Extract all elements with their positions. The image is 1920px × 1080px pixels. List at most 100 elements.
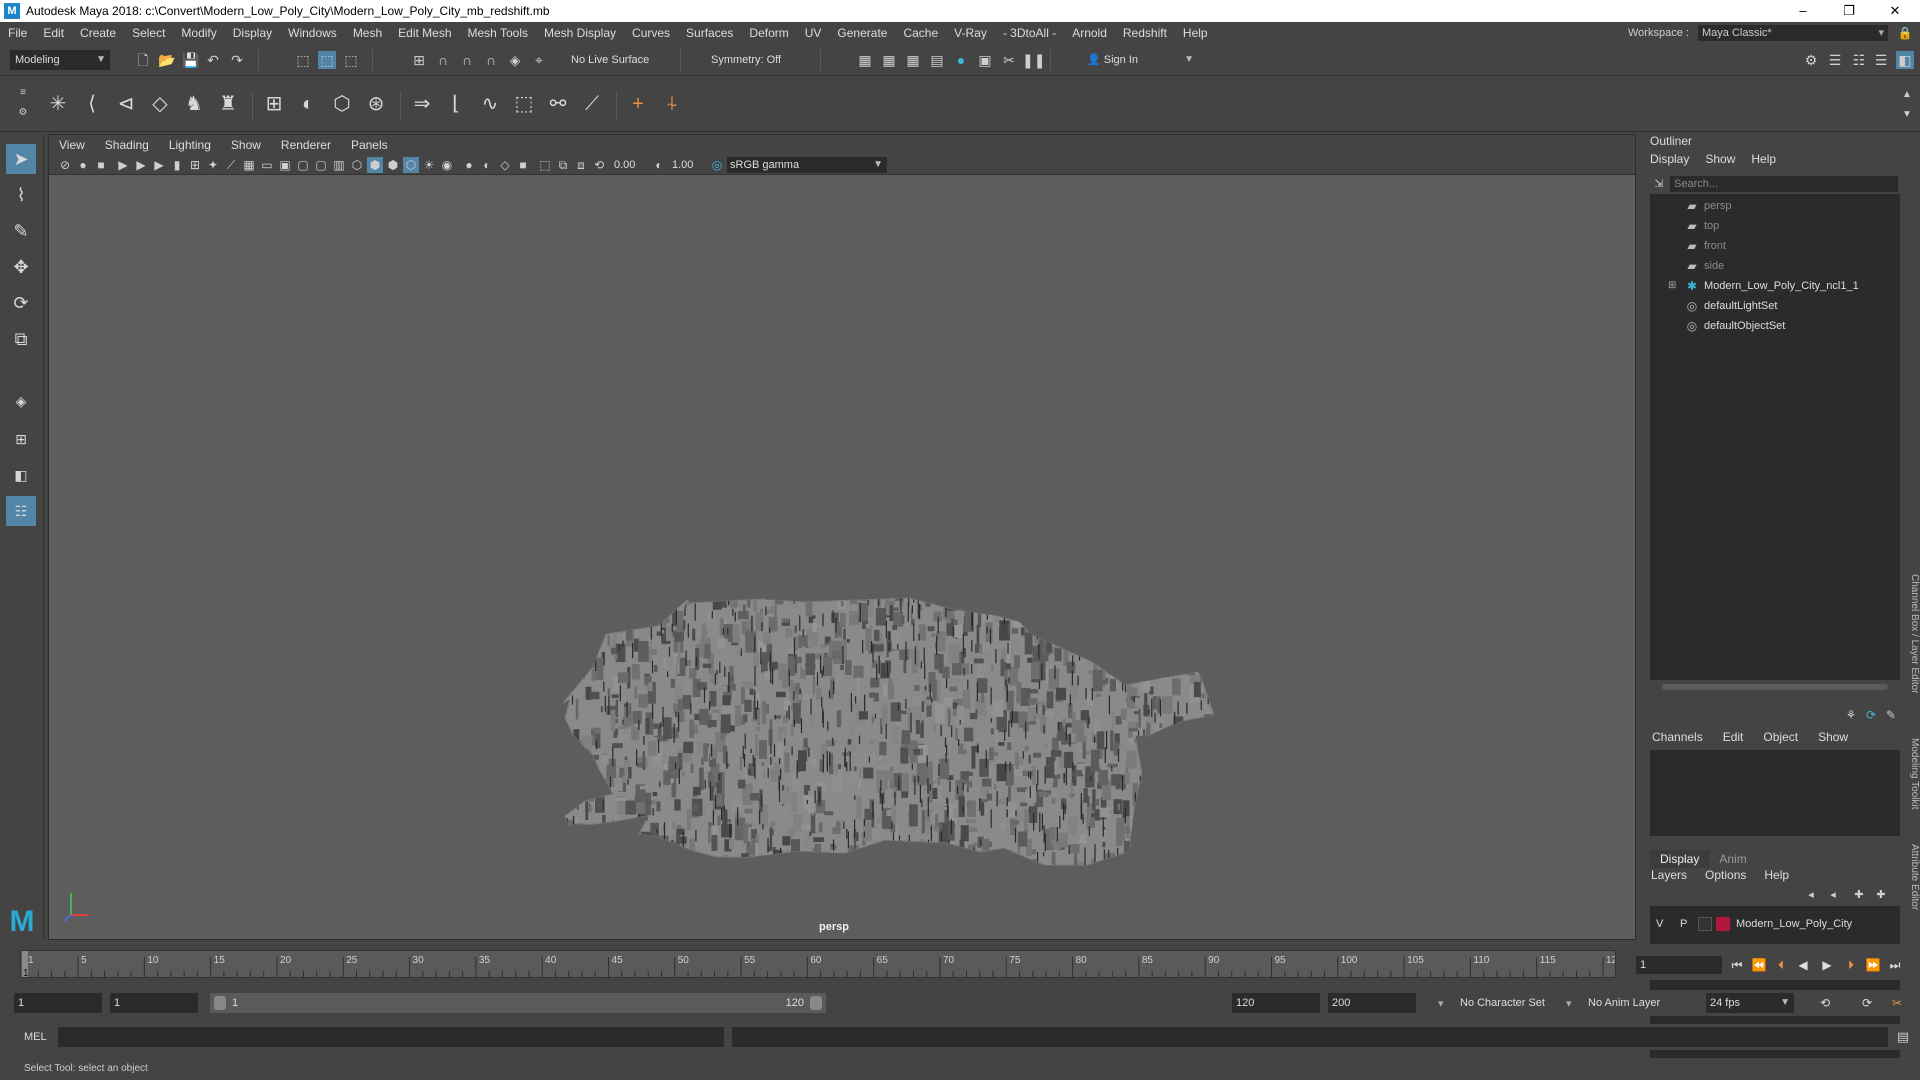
symmetry-field[interactable]: Symmetry: Off [706, 50, 806, 70]
shelf-scroll-down-icon[interactable]: ▼ [1898, 106, 1916, 124]
attribute-editor-toggle-icon[interactable]: ☰ [1826, 51, 1844, 69]
layer-menu-options[interactable]: Options [1696, 868, 1755, 882]
select-object-icon[interactable]: ⬚ [318, 51, 336, 69]
menu-curves[interactable]: Curves [624, 26, 678, 40]
mel-label[interactable]: MEL [24, 1031, 47, 1043]
fps-dropdown[interactable]: 24 fps ▼ [1706, 993, 1794, 1013]
hypershade-icon[interactable]: ● [952, 51, 970, 69]
channel-edit-icon[interactable]: ✎ [1882, 706, 1900, 724]
locator-icon[interactable]: + [624, 90, 652, 118]
outliner-layout-icon[interactable]: ☷ [6, 496, 36, 526]
four-pane-layout-icon[interactable]: ⊞ [6, 424, 36, 454]
pause-render-icon[interactable]: ❚❚ [1022, 51, 1045, 69]
menu-display[interactable]: Display [225, 26, 280, 40]
render-view-icon[interactable]: ▣ [976, 51, 994, 69]
twist-deformer-icon[interactable]: ⚯ [544, 90, 572, 118]
modeling-toolkit-toggle-icon[interactable]: ⚙ [1802, 51, 1820, 69]
city-mesh-canvas[interactable] [49, 135, 1635, 939]
select-component-icon[interactable]: ⬚ [342, 51, 360, 69]
channel-sync-icon[interactable]: ⟳ [1862, 706, 1880, 724]
side-tab-modeling-toolkit[interactable]: Modeling Toolkit [1902, 738, 1920, 810]
move-tool-icon[interactable]: ✥ [6, 252, 36, 282]
step-back-key-icon[interactable]: ⏴ [1772, 956, 1790, 974]
mode-dropdown[interactable]: Modeling ▼ [10, 50, 110, 70]
menu-3dtoall[interactable]: - 3DtoAll - [995, 26, 1064, 40]
menu-mesh-display[interactable]: Mesh Display [536, 26, 624, 40]
snap-point-icon[interactable]: ∩ [458, 51, 476, 69]
sign-in-dropdown[interactable]: 👤 Sign In ▼ [1082, 50, 1198, 70]
outliner-search-input[interactable]: Search... [1670, 176, 1898, 192]
channel-box-menu-edit[interactable]: Edit [1713, 730, 1754, 744]
menu-help[interactable]: Help [1175, 26, 1216, 40]
layer-color-swatch[interactable] [1716, 917, 1730, 931]
outliner-toggle-icon[interactable]: ☰ [1872, 51, 1890, 69]
menu-mesh[interactable]: Mesh [345, 26, 390, 40]
step-forward-key-icon[interactable]: ⏵ [1842, 956, 1860, 974]
menu-windows[interactable]: Windows [280, 26, 345, 40]
outliner-list[interactable]: ▰ persp ▰ top ▰ front ▰ side ⊞ ✱ Modern_Low_Poly_C… [1650, 194, 1900, 680]
animation-preferences-icon[interactable]: ✂ [1888, 994, 1906, 1012]
close-button[interactable]: ✕ [1872, 0, 1918, 22]
menu-arnold[interactable]: Arnold [1064, 26, 1115, 40]
outliner-menu-help[interactable]: Help [1743, 152, 1784, 166]
play-backwards-icon[interactable]: ◀ [1794, 956, 1812, 974]
squash-deformer-icon[interactable]: ⬚ [510, 90, 538, 118]
menu-modify[interactable]: Modify [173, 26, 224, 40]
outliner-item[interactable]: ⊞ ✱ Modern_Low_Poly_City_ncl1_1 [1650, 276, 1890, 296]
menu-select[interactable]: Select [124, 26, 173, 40]
side-tab-attribute-editor[interactable]: Attribute Editor [1902, 844, 1920, 910]
menu-create[interactable]: Create [72, 26, 124, 40]
menu-redshift[interactable]: Redshift [1115, 26, 1175, 40]
character-set-field[interactable]: No Character Set [1460, 997, 1545, 1009]
undo-icon[interactable]: ↶ [204, 51, 222, 69]
parent-constraint-icon[interactable]: ⍭ [658, 90, 686, 118]
channel-box-menu-object[interactable]: Object [1753, 730, 1808, 744]
channel-box-menu-show[interactable]: Show [1808, 730, 1858, 744]
outliner-filter-icon[interactable]: ⇲ [1650, 175, 1668, 193]
shelf-options-icon[interactable]: ⚙ [14, 104, 32, 122]
go-to-start-icon[interactable]: ⏮ [1728, 956, 1746, 974]
range-end-handle[interactable] [810, 996, 822, 1010]
render-sequence-icon[interactable]: ▦ [880, 51, 898, 69]
select-hierarchy-icon[interactable]: ⬚ [294, 51, 312, 69]
menu-file[interactable]: File [0, 26, 35, 40]
outliner-menu-display[interactable]: Display [1642, 152, 1697, 166]
channel-box-area[interactable] [1650, 750, 1900, 836]
redo-icon[interactable]: ↷ [228, 51, 246, 69]
outliner-item[interactable]: ◎ defaultLightSet [1650, 296, 1890, 316]
ik-handle-icon[interactable]: ⟨ [78, 90, 106, 118]
flare-deformer-icon[interactable]: ⌊ [442, 90, 470, 118]
menu-uv[interactable]: UV [797, 26, 830, 40]
tab-display[interactable]: Display [1650, 850, 1710, 868]
menu-cache[interactable]: Cache [895, 26, 946, 40]
workspace-dropdown[interactable]: Maya Classic* [1698, 25, 1888, 41]
menu-generate[interactable]: Generate [829, 26, 895, 40]
snap-grid-icon[interactable]: ⊞ [410, 51, 428, 69]
channel-box-toggle-icon[interactable]: ◧ [1896, 51, 1914, 69]
shelf-scroll-up-icon[interactable]: ▲ [1898, 86, 1916, 104]
layer-playback-toggle[interactable]: P [1680, 914, 1687, 934]
tool-settings-toggle-icon[interactable]: ☷ [1850, 51, 1868, 69]
single-pane-layout-icon[interactable]: ◈ [6, 386, 36, 416]
open-scene-icon[interactable]: 📂 [158, 51, 176, 69]
layer-display-type-toggle[interactable] [1698, 917, 1712, 931]
save-scene-icon[interactable]: 💾 [182, 51, 200, 69]
outliner-menu-show[interactable]: Show [1697, 152, 1743, 166]
step-forward-frame-icon[interactable]: ⏩ [1864, 956, 1882, 974]
layer-row[interactable]: V P Modern_Low_Poly_City [1650, 914, 1900, 934]
layer-menu-layers[interactable]: Layers [1642, 868, 1696, 882]
outliner-item[interactable]: ▰ persp [1650, 196, 1890, 216]
menu-mesh-tools[interactable]: Mesh Tools [460, 26, 536, 40]
chevron-down-icon[interactable]: ▾ [1566, 997, 1572, 1010]
step-back-frame-icon[interactable]: ⏪ [1750, 956, 1768, 974]
animation-start-field[interactable]: 1 [14, 993, 102, 1013]
playback-start-field[interactable]: 1 [110, 993, 198, 1013]
scale-tool-icon[interactable]: ⧉ [6, 324, 36, 354]
snap-curve-icon[interactable]: ∩ [434, 51, 452, 69]
menu-surfaces[interactable]: Surfaces [678, 26, 741, 40]
new-scene-icon[interactable]: 🗋 [134, 51, 152, 69]
wave-deformer-icon[interactable]: ⟋ [578, 90, 606, 118]
auto-key-icon[interactable]: ⟳ [1858, 994, 1876, 1012]
render-frame-icon[interactable]: ▦ [856, 51, 874, 69]
current-frame-field[interactable]: 1 [1636, 956, 1722, 974]
